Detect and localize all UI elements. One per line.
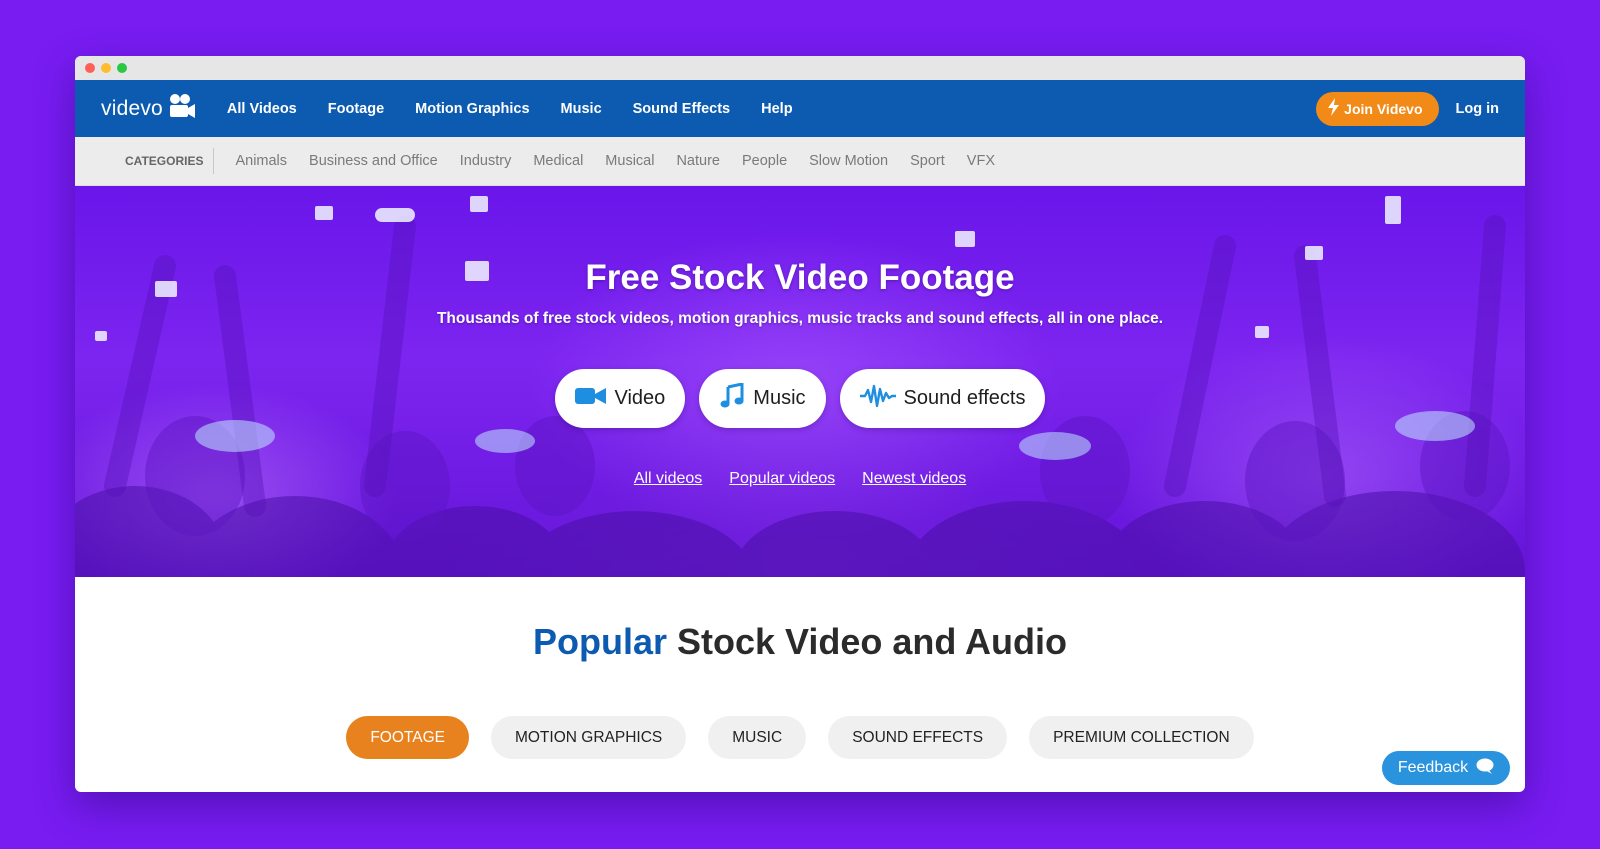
tab-premium-collection[interactable]: PREMIUM COLLECTION: [1029, 716, 1254, 759]
video-button[interactable]: Video: [554, 369, 686, 428]
minimize-window-button[interactable]: [101, 63, 111, 73]
chat-bubble-icon: [1476, 758, 1494, 779]
nav-account: Join Videvo Log in: [1316, 91, 1500, 126]
popular-tabs: FOOTAGE MOTION GRAPHICS MUSIC SOUND EFFE…: [75, 716, 1525, 759]
tab-music[interactable]: MUSIC: [708, 716, 807, 759]
hero-content: Free Stock Video Footage Thousands of fr…: [75, 186, 1525, 577]
categories-label: CATEGORIES: [125, 148, 215, 174]
feedback-button[interactable]: Feedback: [1382, 751, 1510, 785]
nav-footage[interactable]: Footage: [328, 101, 384, 117]
category-musical[interactable]: Musical: [605, 153, 654, 169]
nav-sound-effects[interactable]: Sound Effects: [633, 101, 730, 117]
tab-motion-graphics[interactable]: MOTION GRAPHICS: [490, 716, 687, 759]
sound-effects-button-label: Sound effects: [903, 387, 1026, 409]
category-business-and-office[interactable]: Business and Office: [309, 153, 438, 169]
join-videvo-button[interactable]: Join Videvo: [1316, 91, 1439, 126]
popular-videos-link[interactable]: Popular videos: [729, 470, 835, 488]
waveform-icon: [859, 384, 896, 414]
nav-help[interactable]: Help: [761, 101, 792, 117]
category-slow-motion[interactable]: Slow Motion: [809, 153, 888, 169]
logo-text: videvo: [101, 96, 163, 120]
camera-logo-icon: [167, 93, 197, 124]
sound-effects-button[interactable]: Sound effects: [839, 369, 1046, 428]
music-button[interactable]: Music: [699, 369, 826, 428]
category-medical[interactable]: Medical: [533, 153, 583, 169]
newest-videos-link[interactable]: Newest videos: [862, 470, 966, 488]
category-industry[interactable]: Industry: [460, 153, 512, 169]
category-animals[interactable]: Animals: [235, 153, 287, 169]
join-videvo-label: Join Videvo: [1344, 100, 1423, 117]
categories-bar: CATEGORIES Animals Business and Office I…: [75, 137, 1525, 186]
all-videos-link[interactable]: All videos: [634, 470, 702, 488]
hero-subtitle: Thousands of free stock videos, motion g…: [436, 310, 1164, 327]
tab-footage[interactable]: FOOTAGE: [346, 716, 469, 759]
hero-banner: Free Stock Video Footage Thousands of fr…: [75, 186, 1525, 577]
lightning-icon: [1328, 98, 1340, 119]
music-button-label: Music: [753, 387, 806, 409]
maximize-window-button[interactable]: [117, 63, 127, 73]
hero-title: Free Stock Video Footage: [585, 258, 1015, 297]
hero-quick-links: All videos Popular videos Newest videos: [634, 470, 966, 488]
category-people[interactable]: People: [742, 153, 787, 169]
category-list: Animals Business and Office Industry Med…: [235, 153, 995, 169]
videvo-logo[interactable]: videvo: [101, 93, 197, 124]
nav-all-videos[interactable]: All Videos: [227, 101, 297, 117]
media-type-buttons: Video Music Sound effects: [554, 369, 1046, 428]
main-nav: All Videos Footage Motion Graphics Music…: [227, 101, 793, 117]
feedback-label: Feedback: [1397, 759, 1469, 776]
window-titlebar: [75, 56, 1525, 80]
nav-music[interactable]: Music: [561, 101, 602, 117]
video-button-label: Video: [614, 387, 666, 409]
video-camera-icon: [574, 386, 607, 412]
popular-section: Popular Stock Video and Audio FOOTAGE MO…: [75, 621, 1525, 759]
tab-sound-effects[interactable]: SOUND EFFECTS: [828, 716, 1008, 759]
popular-heading-rest: Stock Video and Audio: [666, 621, 1068, 662]
nav-motion-graphics[interactable]: Motion Graphics: [415, 101, 529, 117]
browser-window: videvo All Videos Footage Motion Graphic…: [75, 56, 1525, 792]
category-sport[interactable]: Sport: [910, 153, 945, 169]
close-window-button[interactable]: [85, 63, 95, 73]
top-navigation: videvo All Videos Footage Motion Graphic…: [75, 80, 1525, 137]
music-note-icon: [719, 381, 745, 415]
category-vfx[interactable]: VFX: [967, 153, 995, 169]
category-nature[interactable]: Nature: [676, 153, 720, 169]
login-link[interactable]: Log in: [1456, 101, 1500, 117]
popular-heading: Popular Stock Video and Audio: [75, 621, 1525, 663]
popular-heading-accent: Popular: [532, 621, 667, 662]
